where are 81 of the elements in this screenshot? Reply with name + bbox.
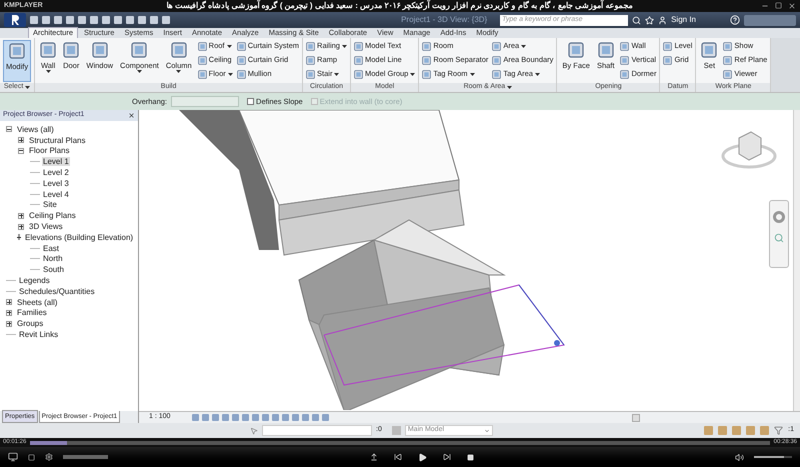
caret-icon bbox=[410, 72, 416, 76]
zoom-icon[interactable] bbox=[774, 233, 784, 243]
tool-icon bbox=[9, 43, 26, 59]
caret-icon bbox=[342, 44, 347, 48]
collapse-icon[interactable] bbox=[18, 148, 24, 154]
horizontal-scrollbar[interactable] bbox=[632, 414, 640, 422]
checkbox[interactable] bbox=[247, 98, 254, 105]
tool-icon bbox=[63, 42, 80, 58]
expand-icon[interactable] bbox=[6, 320, 12, 327]
star-icon[interactable] bbox=[645, 16, 654, 24]
workset-field[interactable] bbox=[262, 425, 372, 436]
video-title: مجموعه آموزشی جامع ، گام به گام و کاربردی نرم افزار رویت آرکیتکچر ۲۰۱۶ مدرس : سعید فدایی ( تیچرمن ) گروه آموزشی پادشاه گرافیست ها bbox=[166, 1, 634, 11]
expand-icon[interactable] bbox=[6, 299, 12, 306]
close-icon[interactable] bbox=[788, 2, 796, 10]
tree-item[interactable]: Views (all) bbox=[16, 124, 55, 134]
tool-icon bbox=[598, 42, 614, 58]
caret-icon bbox=[534, 72, 540, 76]
tool-icon bbox=[568, 42, 584, 58]
tree-item[interactable]: Elevations (Building Elevation) bbox=[24, 232, 134, 242]
tree-item[interactable]: Level 4 bbox=[42, 190, 70, 199]
tree-item[interactable]: Revit Links bbox=[18, 330, 60, 340]
play-icon[interactable] bbox=[418, 452, 426, 462]
expand-icon[interactable] bbox=[18, 137, 24, 144]
user-icon[interactable] bbox=[658, 16, 668, 24]
tree-item[interactable]: Level 2 bbox=[42, 168, 70, 178]
selector-icon[interactable] bbox=[250, 426, 258, 434]
caret-icon bbox=[226, 44, 232, 48]
seek-bar[interactable] bbox=[30, 440, 770, 444]
previous-icon[interactable] bbox=[394, 453, 402, 461]
caret-icon bbox=[521, 44, 526, 48]
tree-item[interactable]: Families bbox=[16, 308, 48, 318]
caret-icon bbox=[470, 72, 475, 76]
caret-icon bbox=[136, 70, 142, 73]
tree-item[interactable]: Legends bbox=[18, 276, 51, 286]
tool-icon bbox=[170, 42, 187, 58]
tree-item[interactable]: Level 1 bbox=[42, 157, 70, 166]
steering-wheel-icon[interactable] bbox=[773, 211, 785, 223]
tree-item[interactable]: Groups bbox=[16, 319, 44, 328]
stop-icon[interactable] bbox=[466, 454, 474, 460]
settings-icon[interactable] bbox=[45, 453, 53, 461]
tree-item[interactable]: North bbox=[42, 254, 64, 264]
tree-item[interactable]: Site bbox=[42, 200, 58, 210]
sign-in-link[interactable]: Sign In bbox=[671, 14, 696, 26]
tree-item[interactable]: Sheets (all) bbox=[16, 298, 58, 307]
filter-icon[interactable] bbox=[774, 426, 784, 435]
tool-icon bbox=[40, 42, 56, 58]
binoculars-icon[interactable] bbox=[632, 16, 642, 24]
tree-item[interactable]: Floor Plans bbox=[28, 146, 70, 156]
expand-icon[interactable] bbox=[6, 310, 12, 316]
expand-icon[interactable] bbox=[18, 224, 24, 230]
eject-icon[interactable] bbox=[370, 453, 378, 461]
tool-icon bbox=[701, 42, 718, 58]
caret-icon bbox=[507, 86, 512, 89]
tool-icon bbox=[92, 42, 108, 58]
workset-icon[interactable] bbox=[392, 426, 401, 435]
tree-item[interactable]: Level 3 bbox=[42, 178, 70, 188]
vertical-scrollbar[interactable] bbox=[793, 110, 800, 411]
window-title: Project1 - 3D View: {3D} bbox=[401, 14, 488, 26]
overhang-field[interactable] bbox=[171, 96, 240, 107]
caret-icon bbox=[228, 72, 233, 76]
letter-logo-icon bbox=[11, 15, 19, 25]
volume-icon[interactable] bbox=[735, 452, 744, 462]
tree-item[interactable]: 3D Views bbox=[28, 222, 64, 232]
tree-item[interactable]: South bbox=[42, 265, 65, 274]
screen-icon[interactable] bbox=[28, 454, 35, 460]
expand-icon[interactable] bbox=[18, 212, 24, 219]
next-icon[interactable] bbox=[442, 453, 450, 461]
tree-item[interactable]: East bbox=[42, 244, 60, 253]
maximize-icon[interactable] bbox=[775, 2, 782, 9]
tree-item[interactable]: Schedules/Quantities bbox=[18, 286, 96, 296]
tree-item[interactable]: Structural Plans bbox=[28, 136, 86, 145]
caret-icon bbox=[176, 70, 182, 73]
caret-icon bbox=[334, 72, 340, 76]
collapse-icon[interactable] bbox=[6, 126, 12, 132]
tool-icon bbox=[131, 42, 148, 58]
help-icon[interactable] bbox=[730, 15, 740, 25]
close-icon[interactable] bbox=[128, 112, 135, 119]
caret-icon bbox=[46, 70, 51, 73]
tree-item[interactable]: Ceiling Plans bbox=[28, 211, 77, 220]
app-logo[interactable] bbox=[4, 13, 26, 27]
caret-icon bbox=[25, 86, 30, 89]
